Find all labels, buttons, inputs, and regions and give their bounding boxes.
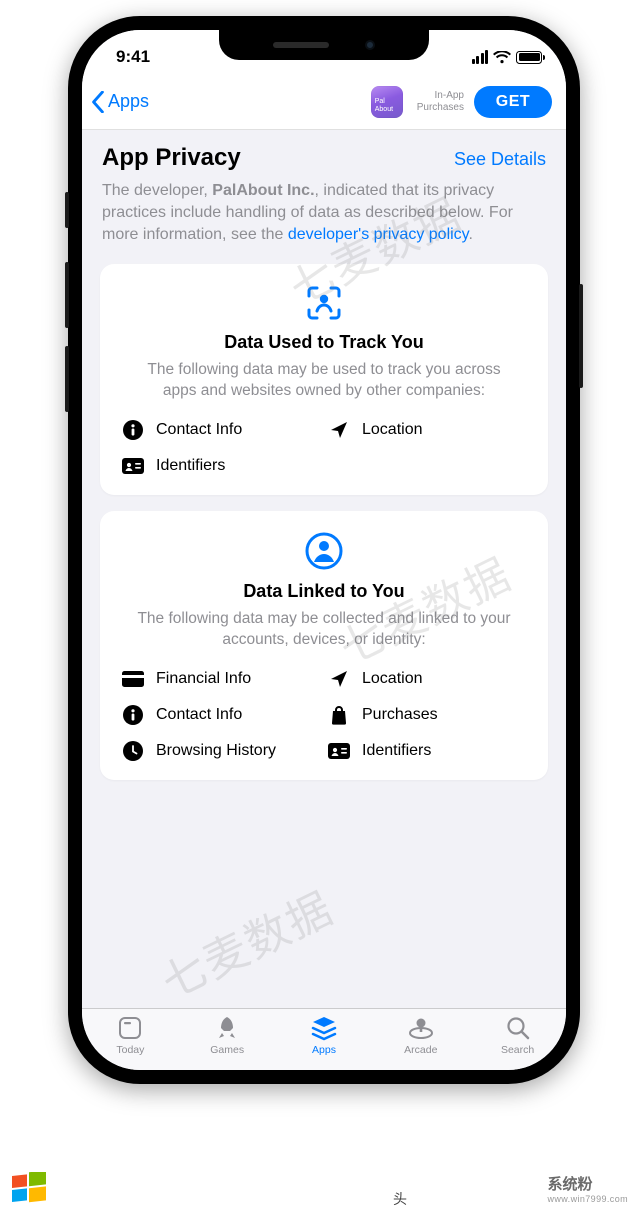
data-item-financial-info: Financial Info [122,668,320,690]
status-time: 9:41 [116,47,150,67]
clock-icon [122,740,144,762]
windows-logo [12,1172,46,1206]
wifi-icon [493,51,511,64]
bag-icon [328,704,350,726]
card-track: Data Used to Track You The following dat… [100,264,548,495]
tab-search[interactable]: Search [469,1015,566,1070]
card-linked: Data Linked to You The following data ma… [100,511,548,780]
app-icon[interactable]: Pal About [371,86,403,118]
info-icon [122,704,144,726]
phone-frame: 七麦数据 七麦数据 七麦数据 9:41 Apps Pal About In-Ap… [68,16,580,1084]
rocket-icon [214,1015,240,1041]
get-button[interactable]: GET [474,86,552,118]
data-item-identifiers: Identifiers [122,455,320,477]
data-item-contact-info: Contact Info [122,704,320,726]
data-item-location: Location [328,668,526,690]
card-title: Data Linked to You [122,581,526,602]
tab-label: Arcade [404,1044,437,1056]
data-item-contact-info: Contact Info [122,419,320,441]
site-brand: 系统粉 www.win7999.com [547,1173,628,1204]
nav-header: Apps Pal About In-App Purchases GET [82,74,566,130]
id-card-icon [328,740,350,762]
search-icon [505,1015,531,1041]
data-item-purchases: Purchases [328,704,526,726]
screen: 七麦数据 七麦数据 七麦数据 9:41 Apps Pal About In-Ap… [82,30,566,1070]
developer-name: PalAbout Inc. [212,182,314,199]
card-title: Data Used to Track You [122,332,526,353]
data-item-browsing-history: Browsing History [122,740,320,762]
tab-apps[interactable]: Apps [276,1015,373,1070]
location-icon [328,668,350,690]
credit-card-icon [122,668,144,690]
in-app-purchases-label: In-App Purchases [417,90,464,114]
layers-icon [310,1015,338,1041]
back-button[interactable]: Apps [90,91,149,113]
tab-games[interactable]: Games [179,1015,276,1070]
toutiao-partial: 头 [390,1188,410,1210]
info-icon [122,419,144,441]
device-notch [219,30,429,60]
tab-label: Search [501,1044,534,1056]
content[interactable]: App Privacy See Details The developer, P… [82,130,566,1008]
app-icon-label: Pal About [375,98,393,114]
location-icon [328,419,350,441]
tab-today[interactable]: Today [82,1015,179,1070]
see-details-link[interactable]: See Details [454,149,546,170]
page-title: App Privacy [102,144,241,172]
chevron-left-icon [90,91,106,113]
card-desc: The following data may be collected and … [130,608,518,650]
tab-bar: Today Games Apps Arcade [82,1008,566,1070]
privacy-policy-link[interactable]: developer's privacy policy [288,226,469,243]
tab-arcade[interactable]: Arcade [372,1015,469,1070]
card-desc: The following data may be used to track … [130,359,518,401]
tab-label: Games [210,1044,244,1056]
data-item-identifiers: Identifiers [328,740,526,762]
id-card-icon [122,455,144,477]
arcade-icon [407,1015,435,1041]
track-icon [122,284,526,322]
privacy-intro: The developer, PalAbout Inc., indicated … [100,180,548,264]
data-item-location: Location [328,419,526,441]
today-icon [117,1015,143,1041]
battery-icon [516,51,542,64]
tab-label: Today [116,1044,144,1056]
tab-label: Apps [312,1044,336,1056]
cellular-icon [472,50,489,64]
back-label: Apps [108,91,149,112]
linked-icon [122,531,526,571]
